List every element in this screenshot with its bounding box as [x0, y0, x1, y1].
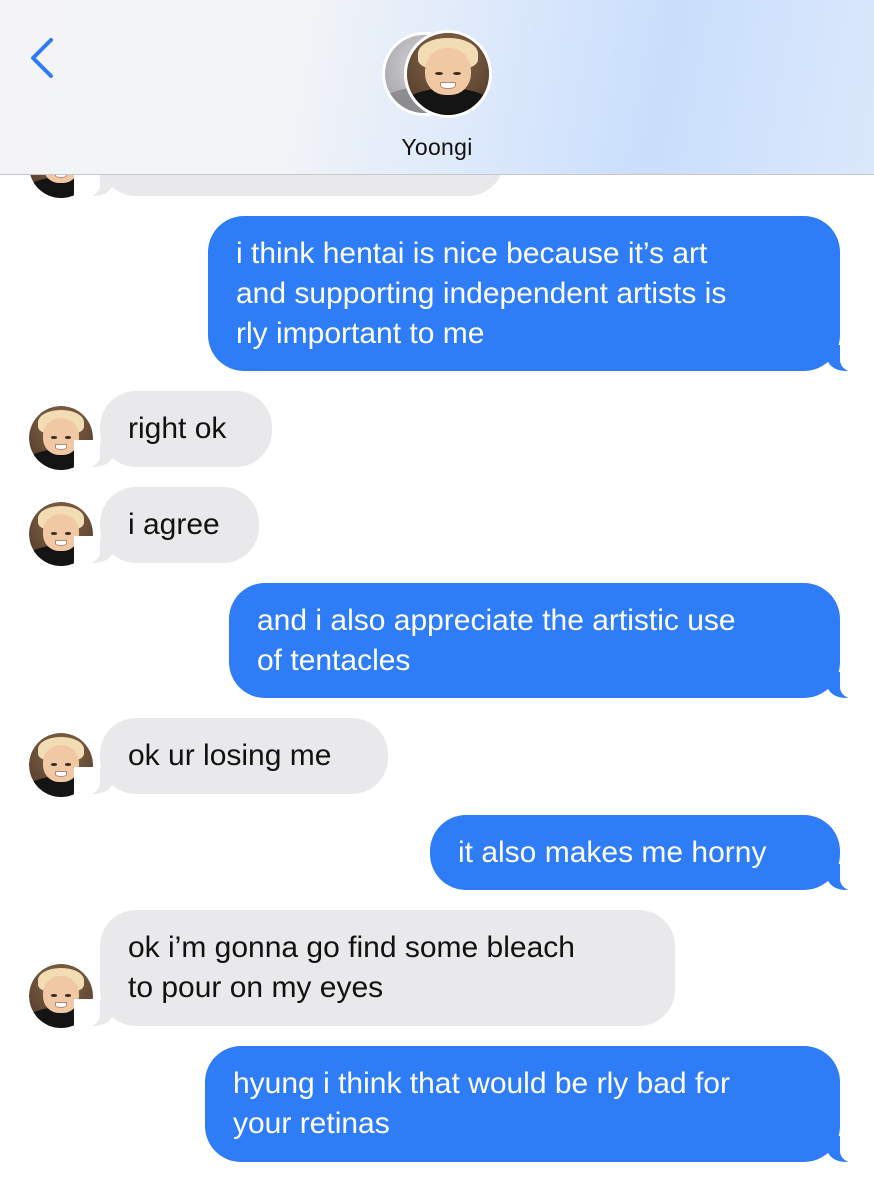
message-bubble-incoming[interactable]: ok i’m gonna go find some bleach to pour… — [74, 910, 675, 1027]
message-bubble-outgoing[interactable]: it also makes me horny — [430, 815, 866, 891]
message-bubble-outgoing[interactable]: i think hentai is nice because it’s art … — [208, 216, 866, 372]
message-text-line: and i also appreciate the artistic use — [257, 603, 736, 637]
message-text-line: and supporting independent artists is — [236, 276, 727, 310]
message-text-line: of tentacles — [257, 643, 411, 677]
back-button[interactable] — [22, 34, 62, 82]
message-text-line: hyung i think that would be rly bad for — [233, 1067, 730, 1100]
conversation-header: Yoongi — [0, 0, 874, 175]
message-bubble-incoming[interactable]: ok ur losing me — [74, 718, 388, 795]
contact-avatar — [404, 30, 492, 118]
contact-avatar-stack[interactable] — [382, 30, 494, 120]
message-text-line: ok i’m gonna go find some bleach — [128, 931, 575, 964]
message-text-line: to pour on my eyes — [128, 971, 384, 1004]
message-text-line: rly important to me — [236, 316, 485, 350]
message-text: right ok — [128, 412, 227, 445]
contact-name[interactable]: Yoongi — [0, 134, 874, 161]
message-bubble-outgoing[interactable]: hyung i think that would be rly bad for … — [205, 1046, 866, 1163]
message-bubble-incoming[interactable]: i agree — [74, 487, 259, 564]
chevron-left-icon — [31, 38, 53, 78]
message-text: i agree — [128, 508, 220, 541]
message-text-line: i think hentai is nice because it’s art — [236, 236, 708, 270]
message-text: ok ur losing me — [128, 739, 332, 772]
message-text: it also makes me horny — [458, 835, 767, 869]
message-bubble-outgoing[interactable]: and i also appreciate the artistic use o… — [229, 583, 866, 699]
message-thread[interactable]: i think hentai is nice because it’s art … — [0, 0, 874, 1200]
message-bubble-incoming[interactable]: right ok — [74, 391, 272, 468]
message-text-line: your retinas — [233, 1107, 390, 1140]
